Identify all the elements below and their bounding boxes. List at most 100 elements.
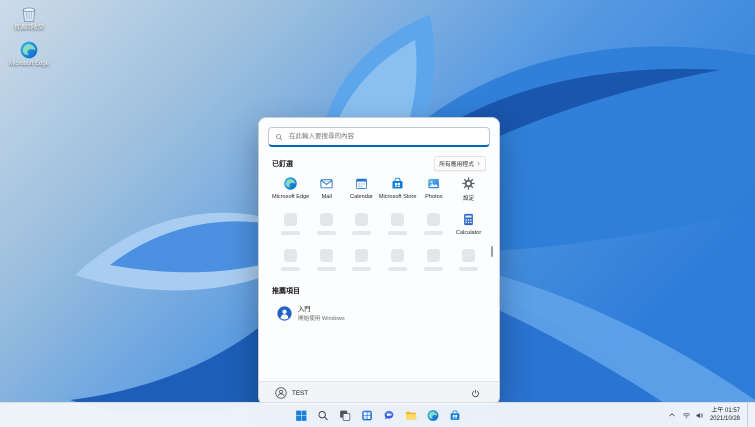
loading-app-icon bbox=[391, 213, 405, 226]
loading-app-label bbox=[388, 267, 408, 271]
loading-app-icon bbox=[354, 249, 368, 262]
loading-app-icon bbox=[427, 213, 441, 226]
loading-app-label bbox=[351, 231, 371, 235]
recycle-bin-icon bbox=[19, 4, 39, 24]
clock-time: 上午 01:57 bbox=[711, 407, 740, 414]
tray-expand-button[interactable] bbox=[668, 403, 676, 427]
app-label: Mail bbox=[321, 193, 332, 200]
get-started-icon bbox=[276, 305, 293, 322]
loading-app-icon bbox=[320, 249, 334, 262]
pinned-app-loading[interactable] bbox=[379, 210, 417, 245]
all-apps-button[interactable]: 所有應用程式 bbox=[434, 156, 486, 171]
start-menu-footer: TEST bbox=[259, 381, 499, 404]
taskbar-store-button[interactable] bbox=[445, 406, 464, 425]
taskbar-file-explorer-button[interactable] bbox=[401, 406, 420, 425]
search-icon bbox=[275, 133, 283, 141]
loading-app-icon bbox=[284, 213, 298, 226]
edge-icon bbox=[19, 40, 39, 60]
wifi-icon[interactable] bbox=[682, 411, 691, 420]
pinned-app-calculator[interactable]: Calculator bbox=[451, 210, 486, 245]
loading-app-label bbox=[281, 231, 301, 235]
chat-icon bbox=[384, 410, 393, 419]
pinned-app-loading[interactable] bbox=[309, 210, 344, 245]
taskbar-search-button[interactable] bbox=[313, 406, 332, 425]
pinned-app-microsoft-edge[interactable]: Microsoft Edge bbox=[272, 174, 309, 209]
pinned-app-loading[interactable] bbox=[272, 210, 309, 245]
app-label: Microsoft Store bbox=[378, 193, 417, 200]
show-desktop-button[interactable] bbox=[747, 403, 751, 427]
user-profile-button[interactable]: TEST bbox=[275, 387, 308, 399]
pinned-app-loading[interactable] bbox=[272, 246, 309, 281]
pinned-app-photos[interactable]: Photos bbox=[416, 174, 451, 209]
windows-start-icon bbox=[295, 410, 306, 421]
pinned-app-loading[interactable] bbox=[309, 246, 344, 281]
photos-icon bbox=[426, 176, 441, 191]
loading-app-icon bbox=[320, 213, 334, 226]
recommended-item-subtitle: 開始使用 Windows bbox=[298, 316, 345, 322]
folder-icon bbox=[405, 411, 416, 420]
loading-app-label bbox=[388, 231, 408, 235]
loading-app-label bbox=[424, 231, 444, 235]
store-icon bbox=[390, 176, 405, 191]
pinned-title: 已釘選 bbox=[272, 160, 293, 168]
widgets-icon bbox=[361, 410, 372, 420]
app-label: Microsoft Edge bbox=[272, 193, 310, 200]
taskbar-start-button[interactable] bbox=[291, 406, 310, 425]
desktop-icon-list: 資源回收筒 Microsoft Edge bbox=[3, 4, 55, 68]
pinned-header: 已釘選 所有應用程式 bbox=[259, 151, 499, 174]
loading-app-icon bbox=[354, 213, 368, 226]
pinned-app-loading[interactable] bbox=[344, 210, 379, 245]
gear-icon bbox=[461, 176, 476, 191]
app-label: Photos bbox=[425, 193, 443, 200]
loading-app-icon bbox=[391, 249, 405, 262]
taskbar-widgets-button[interactable] bbox=[357, 406, 376, 425]
taskbar-center-buttons bbox=[291, 403, 464, 427]
loading-app-label bbox=[317, 231, 337, 235]
pinned-app-calendar[interactable]: Calendar bbox=[344, 174, 379, 209]
pinned-app-loading[interactable] bbox=[344, 246, 379, 281]
desktop-icon-label: Microsoft Edge bbox=[8, 60, 50, 67]
pinned-app-loading[interactable] bbox=[416, 210, 451, 245]
calendar-icon bbox=[354, 176, 369, 191]
pinned-app-microsoft-store[interactable]: Microsoft Store bbox=[378, 174, 417, 209]
all-apps-label: 所有應用程式 bbox=[439, 162, 474, 168]
recommended-item-title: 入門 bbox=[298, 306, 311, 313]
desktop-icon-edge[interactable]: Microsoft Edge bbox=[3, 40, 55, 68]
avatar-icon bbox=[275, 387, 287, 399]
app-label: 設定 bbox=[463, 195, 475, 202]
recommended-title: 推薦項目 bbox=[272, 288, 300, 295]
taskbar-chat-button[interactable] bbox=[379, 406, 398, 425]
store-icon bbox=[450, 410, 459, 420]
tray-status-icons bbox=[682, 411, 704, 420]
edge-icon bbox=[283, 176, 298, 191]
taskbar: 上午 01:57 2021/10/28 bbox=[0, 402, 755, 427]
desktop-icon-recycle-bin[interactable]: 資源回收筒 bbox=[3, 4, 55, 32]
recommended-item-get-started[interactable]: 入門 開始使用 Windows bbox=[272, 301, 379, 325]
edge-icon bbox=[427, 409, 438, 421]
loading-app-label bbox=[351, 267, 371, 271]
loading-app-icon bbox=[427, 249, 441, 262]
pinned-app-settings[interactable]: 設定 bbox=[451, 174, 486, 209]
pinned-app-loading[interactable] bbox=[451, 246, 486, 281]
pinned-app-mail[interactable]: Mail bbox=[309, 174, 344, 209]
loading-app-label bbox=[459, 267, 479, 271]
search-input[interactable] bbox=[287, 132, 483, 141]
pinned-app-loading[interactable] bbox=[379, 246, 417, 281]
system-tray: 上午 01:57 2021/10/28 bbox=[668, 403, 751, 427]
loading-app-icon bbox=[462, 249, 476, 262]
volume-icon[interactable] bbox=[695, 411, 704, 420]
power-button[interactable] bbox=[468, 386, 483, 401]
tray-clock[interactable]: 上午 01:57 2021/10/28 bbox=[710, 407, 740, 423]
search-box[interactable] bbox=[268, 127, 490, 147]
loading-app-label bbox=[281, 267, 301, 271]
user-name: TEST bbox=[292, 389, 309, 397]
pinned-pages-scrollbar[interactable] bbox=[491, 246, 493, 257]
loading-app-label bbox=[424, 267, 444, 271]
taskbar-task-view-button[interactable] bbox=[335, 406, 354, 425]
start-menu: 已釘選 所有應用程式 Microsoft Edge Mail bbox=[258, 117, 500, 405]
pinned-app-loading[interactable] bbox=[416, 246, 451, 281]
taskbar-edge-button[interactable] bbox=[423, 406, 442, 425]
mail-icon bbox=[319, 176, 334, 191]
search-area bbox=[259, 118, 499, 151]
pinned-app-grid: Microsoft Edge Mail Calendar Microsoft S… bbox=[259, 174, 499, 281]
